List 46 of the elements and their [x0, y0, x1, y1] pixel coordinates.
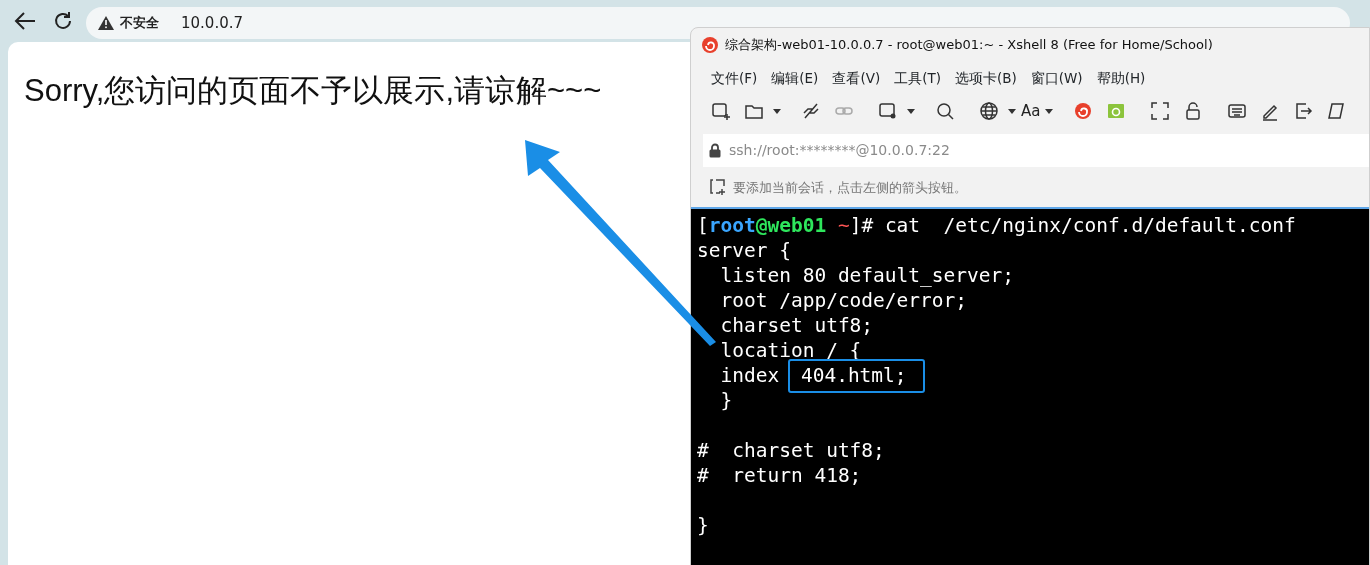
menu-item[interactable]: 查看(V) [831, 68, 882, 89]
menu-item[interactable]: 编辑(E) [770, 68, 820, 89]
caret-icon[interactable] [907, 108, 915, 114]
terminal-text: server { [697, 239, 791, 263]
terminal-text: index [719, 364, 781, 388]
reload-icon[interactable] [52, 10, 74, 32]
menu-item[interactable]: 选项卡(B) [953, 68, 1018, 89]
terminal-text: @web01 [755, 214, 827, 238]
export-icon[interactable] [1293, 101, 1314, 122]
terminal-text: charset utf8; [719, 314, 874, 338]
menu-item[interactable]: 帮助(H) [1095, 68, 1147, 89]
new-session-icon[interactable] [711, 101, 731, 122]
caret-icon[interactable] [773, 108, 781, 114]
menu-item[interactable]: 工具(T) [893, 68, 942, 89]
hint-text: 要添加当前会话，点击左侧的箭头按钮。 [733, 178, 967, 197]
terminal-text: root [708, 214, 756, 238]
lock-icon [709, 143, 721, 159]
terminal-text: ~ [836, 214, 850, 238]
security-label[interactable]: 不安全 [120, 13, 159, 33]
highlighted-terminal-text: 404.html; [787, 359, 925, 394]
terminal-text: } [719, 389, 733, 413]
terminal-text: ]# cat /etc/nginx/conf.d/default.conf [849, 214, 1296, 238]
menu-item[interactable]: 文件(F) [710, 68, 759, 89]
swirl-logo-icon [701, 36, 719, 54]
terminal-text: listen 80 default_server; [719, 264, 1014, 288]
terminal-text: # charset utf8; [697, 439, 885, 463]
font-button[interactable]: Aa [1021, 100, 1041, 123]
warning-icon[interactable] [98, 16, 114, 30]
caret-icon[interactable] [1008, 108, 1016, 114]
session-address-field[interactable]: ssh://root:********@10.0.0.7:22 [703, 134, 1369, 168]
terminal-text: } [697, 514, 709, 538]
terminal-text: root /app/code/error; [719, 289, 968, 313]
window-title: 综合架构-web01-10.0.0.7 - root@web01:~ - Xshell 8 (Free for Home/School) [725, 36, 1213, 55]
search-icon[interactable] [935, 101, 955, 122]
menu-item[interactable]: 窗口(W) [1029, 68, 1084, 89]
terminal-text: [ [697, 214, 709, 238]
swirl-logo-icon[interactable] [1073, 101, 1094, 122]
page-message: Sorry,您访问的页面不予以展示,请谅解~~~ [24, 72, 602, 110]
caret-icon[interactable] [1045, 108, 1054, 114]
add-session-icon[interactable] [709, 178, 727, 197]
globe-icon[interactable] [979, 101, 999, 122]
url-text: 10.0.0.7 [181, 12, 245, 34]
fullscreen-icon[interactable] [1150, 101, 1171, 122]
terminal-text: # return 418; [697, 464, 862, 488]
script-icon[interactable] [1326, 101, 1347, 122]
back-icon[interactable] [13, 11, 37, 31]
